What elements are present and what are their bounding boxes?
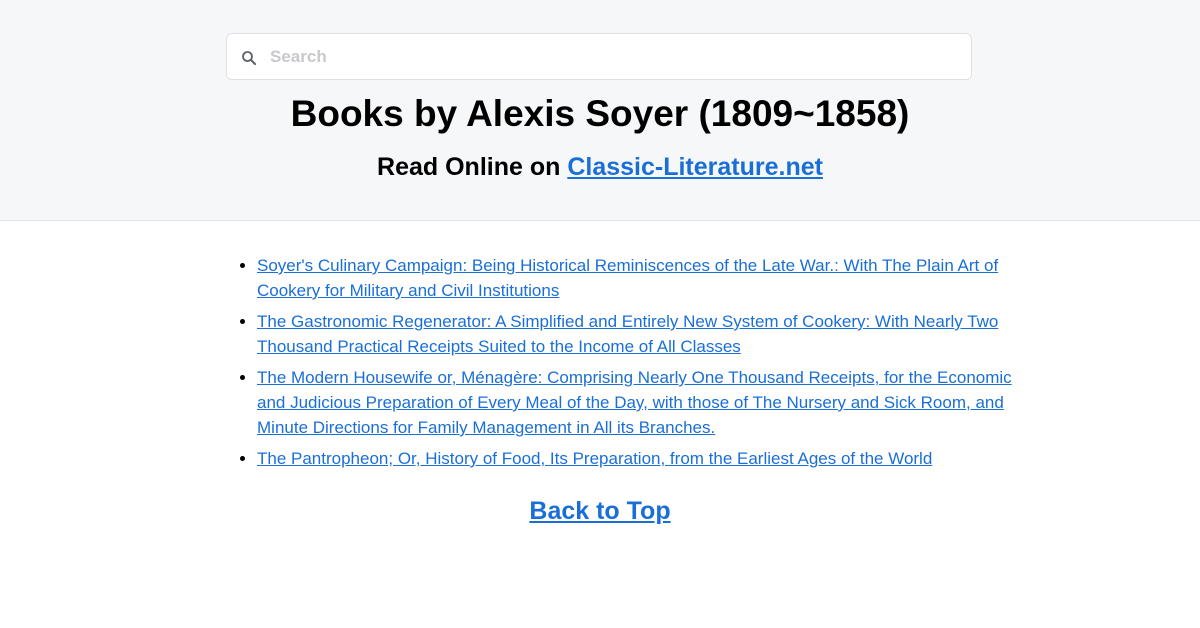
search-box[interactable] xyxy=(226,33,972,80)
book-list: Soyer's Culinary Campaign: Being Histori… xyxy=(225,253,1017,477)
book-link[interactable]: The Pantropheon; Or, History of Food, It… xyxy=(257,449,932,468)
book-link[interactable]: The Modern Housewife or, Ménagère: Compr… xyxy=(257,368,1012,437)
list-item: Soyer's Culinary Campaign: Being Histori… xyxy=(257,253,1017,303)
search-icon xyxy=(240,49,258,67)
page-header: Books by Alexis Soyer (1809~1858) Read O… xyxy=(0,0,1200,221)
subtitle-prefix: Read Online on xyxy=(377,153,568,181)
list-item: The Pantropheon; Or, History of Food, It… xyxy=(257,446,1017,471)
list-item: The Modern Housewife or, Ménagère: Compr… xyxy=(257,365,1017,440)
back-to-top-link[interactable]: Back to Top xyxy=(529,497,670,525)
site-link[interactable]: Classic-Literature.net xyxy=(567,153,823,181)
book-link[interactable]: Soyer's Culinary Campaign: Being Histori… xyxy=(257,256,998,300)
page-title: Books by Alexis Soyer (1809~1858) xyxy=(290,93,910,134)
subtitle: Read Online on Classic-Literature.net xyxy=(0,151,1200,183)
search-input[interactable] xyxy=(270,34,960,79)
back-to-top: Back to Top xyxy=(0,495,1200,527)
list-item: The Gastronomic Regenerator: A Simplifie… xyxy=(257,309,1017,359)
book-link[interactable]: The Gastronomic Regenerator: A Simplifie… xyxy=(257,312,998,356)
